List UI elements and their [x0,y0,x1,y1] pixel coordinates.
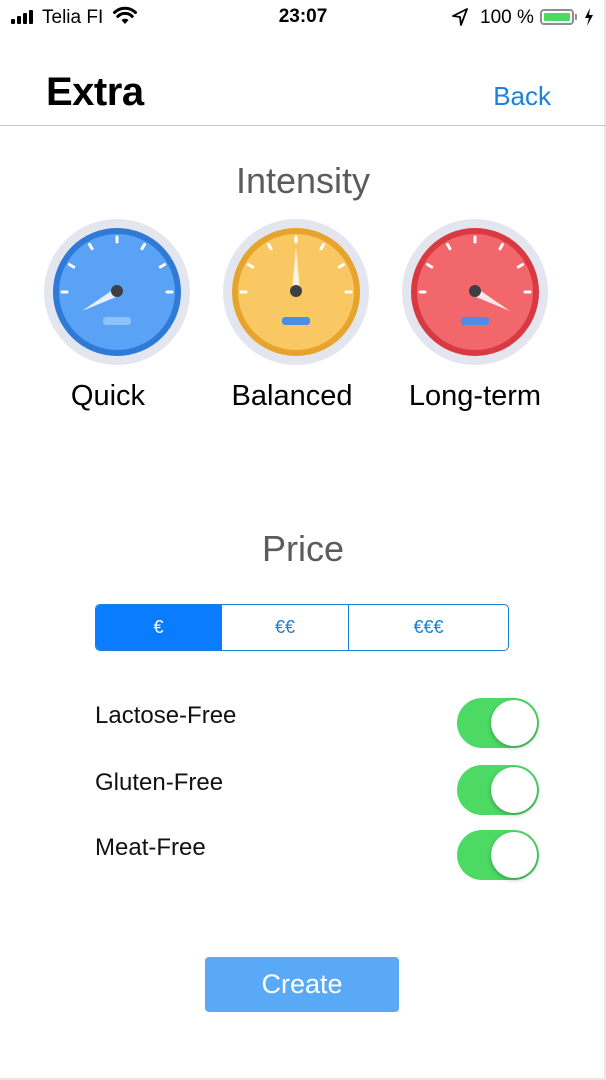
balanced-gauge-icon[interactable] [223,219,369,365]
gluten-free-label: Gluten-Free [95,769,224,796]
gluten-free-row: Gluten-Free [95,765,539,817]
meat-free-toggle[interactable] [457,830,539,880]
nav-divider [0,125,606,126]
price-segment-high[interactable]: €€€ [348,605,508,650]
intensity-title: Intensity [235,160,371,201]
location-arrow-icon [452,8,468,26]
price-segment-low[interactable]: € [96,605,221,650]
meat-free-label: Meat-Free [95,834,206,861]
lactose-free-toggle[interactable] [457,698,539,748]
battery-percentage: 100 % [480,7,534,28]
long-term-label: Long-term [408,380,542,412]
price-segmented-control: € €€ €€€ [95,604,509,651]
page-title: Extra [46,70,144,114]
long-term-gauge-icon[interactable] [402,219,548,365]
charging-bolt-icon [585,8,593,26]
quick-gauge-icon[interactable] [44,219,190,365]
back-button[interactable]: Back [493,81,551,112]
status-bar: Telia FI 23:07 100 % [0,0,606,38]
lactose-free-label: Lactose-Free [95,702,237,729]
create-button[interactable]: Create [205,957,399,1012]
quick-label: Quick [70,380,146,412]
battery-cap [575,14,577,20]
balanced-label: Balanced [231,380,353,412]
price-title: Price [261,528,345,569]
meat-free-row: Meat-Free [95,830,539,882]
gluten-free-toggle[interactable] [457,765,539,815]
battery-icon [540,9,574,25]
lactose-free-row: Lactose-Free [95,698,539,750]
price-segment-medium[interactable]: €€ [221,605,348,650]
